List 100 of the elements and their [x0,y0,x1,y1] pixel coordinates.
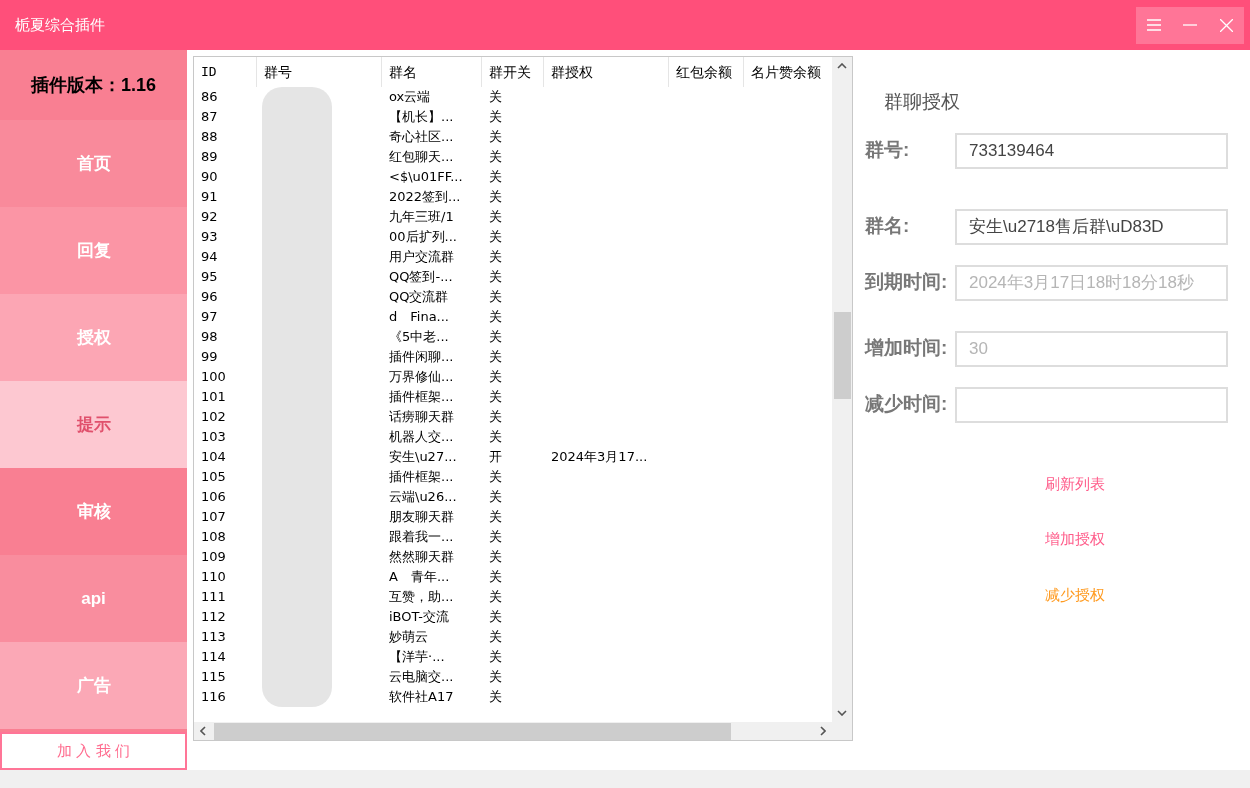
table-cell: 107 [201,509,226,525]
action-link[interactable]: 刷新列表 [1045,472,1105,495]
field-label: 群号: [865,138,911,163]
nav-item[interactable]: 广告 [0,642,187,729]
vertical-scrollbar[interactable] [832,57,852,722]
table-cell: QQ签到-... [389,269,453,285]
table-cell: 关 [489,689,502,705]
table-cell: 112 [201,609,226,625]
table-cell: 2024年3月17... [551,449,648,465]
window-title: 栀夏综合插件 [15,14,105,35]
input-field[interactable]: 2024年3月17日18时18分18秒 [955,264,1228,301]
table-cell: 91 [201,189,218,205]
table-cell: 机器人交... [389,429,454,445]
table-cell: 114 [201,649,226,665]
table-cell: 关 [489,529,502,545]
table-cell: 关 [489,409,502,425]
table-cell: 92 [201,209,218,225]
table-cell: 99 [201,349,218,365]
table-cell: 109 [201,549,226,565]
table-cell: 116 [201,689,226,705]
table-cell: 104 [201,449,226,465]
table-cell: 93 [201,229,218,245]
table-cell: 万界修仙... [389,369,454,385]
nav-item[interactable]: 授权 [0,294,187,381]
column-header[interactable]: ID [194,57,257,87]
table-cell: 然然聊天群 [389,549,454,565]
table-cell: 94 [201,249,218,265]
table-cell: 113 [201,629,226,645]
nav-item[interactable]: api [0,555,187,642]
table-cell: 89 [201,149,218,165]
table-cell: 安生\u27... [389,449,457,465]
table-cell: 100 [201,369,226,385]
field-label: 群名: [865,214,911,239]
table-cell: 108 [201,529,226,545]
table-cell: 2022签到... [389,189,461,205]
table-cell: A 青年... [389,569,450,585]
table-cell: 朋友聊天群 [389,509,454,525]
table-cell: 关 [489,249,502,265]
table-cell: 97 [201,309,218,325]
table-cell: 插件闲聊... [389,349,454,365]
table-cell: 关 [489,489,502,505]
table-cell: 关 [489,569,502,585]
table-cell: 95 [201,269,218,285]
table-cell: QQ交流群 [389,289,449,305]
table-cell: 关 [489,89,502,105]
nav-item[interactable]: 回复 [0,207,187,294]
table-cell: 开 [489,449,502,465]
table-cell: 奇心社区... [389,129,454,145]
table-cell: <$\u01FF... [389,169,463,185]
table-cell: 《5中老... [389,329,449,345]
table-cell: 关 [489,429,502,445]
nav-item[interactable]: 提示 [0,381,187,468]
table-cell: iBOT-交流 [389,609,449,625]
table-cell: 102 [201,409,226,425]
table-cell: 110 [201,569,226,585]
table-cell: 插件框架... [389,389,454,405]
column-header[interactable]: 群开关 [482,57,544,87]
column-header[interactable]: 红包余额 [669,57,744,87]
table-cell: 00后扩列... [389,229,457,245]
table-cell: 关 [489,169,502,185]
table-cell: 软件社A17 [389,689,454,705]
table-cell: 关 [489,289,502,305]
action-link[interactable]: 增加授权 [1045,528,1105,551]
table-cell: 关 [489,209,502,225]
scrollbar-thumb[interactable] [214,722,731,740]
table-cell: 101 [201,389,226,405]
table-cell: 103 [201,429,226,445]
table-cell: 插件框架... [389,469,454,485]
table-cell: 九年三班/1 [389,209,454,225]
panel-title: 群聊授权 [884,90,961,114]
table-cell: 90 [201,169,218,185]
table-cell: 云电脑交... [389,669,454,685]
table-cell: 关 [489,609,502,625]
table-cell: 关 [489,129,502,145]
table-cell: 关 [489,509,502,525]
input-field[interactable] [955,386,1228,423]
table-cell: 关 [489,269,502,285]
table-cell: 关 [489,329,502,345]
table-cell: 关 [489,589,502,605]
table-cell: d Fina... [389,309,449,325]
column-header[interactable]: 群名 [382,57,482,87]
table-cell: 关 [489,669,502,685]
scrollbar-thumb[interactable] [833,312,851,399]
input-field[interactable]: 30 [955,330,1228,367]
horizontal-scrollbar[interactable] [194,722,852,740]
join-us-button[interactable]: 加 入 我 们 [0,732,187,770]
field-label: 到期时间: [865,270,949,295]
table-cell: 关 [489,549,502,565]
table-cell: 云端\u26... [389,489,457,505]
table-cell: 105 [201,469,226,485]
table-cell: 关 [489,469,502,485]
table-cell: 关 [489,349,502,365]
column-header[interactable]: 群授权 [544,57,669,87]
nav-item[interactable]: 首页 [0,120,187,207]
table-cell: 互赞，助... [389,589,454,605]
input-field[interactable]: 733139464 [955,132,1228,169]
input-field[interactable]: 安生\u2718售后群\uD83D [955,208,1228,245]
action-link[interactable]: 减少授权 [1045,583,1105,606]
table-cell: 88 [201,129,218,145]
table-cell: 111 [201,589,226,605]
